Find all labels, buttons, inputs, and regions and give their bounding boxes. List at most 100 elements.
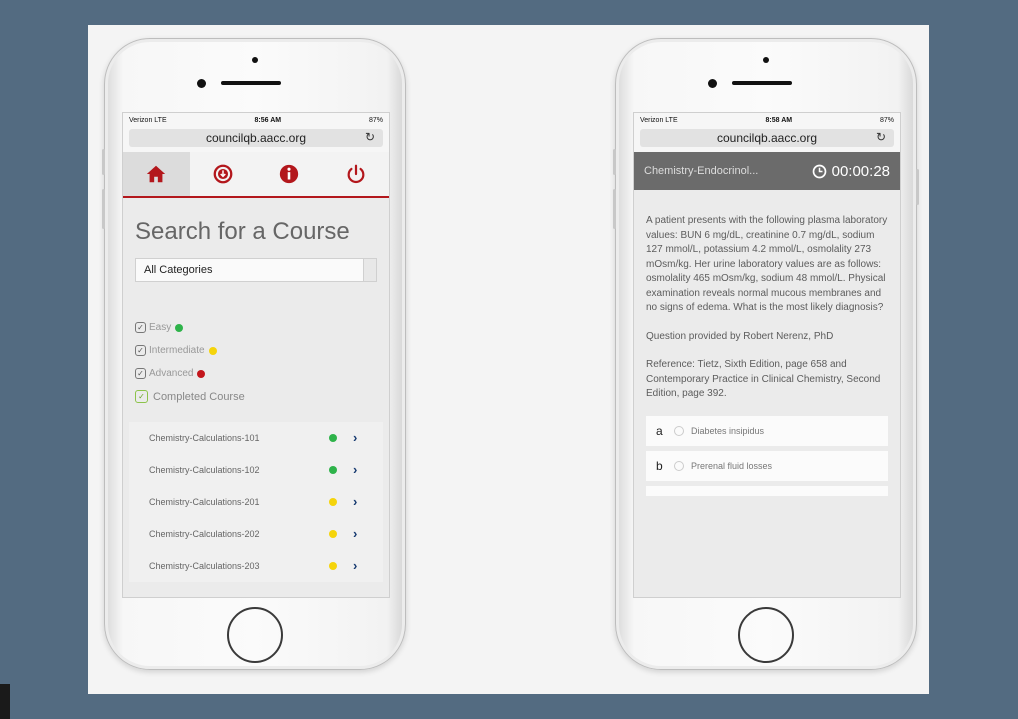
difficulty-filters: ✓ Easy ✓ Intermediate ✓ Advanced ✓ Compl… [135,316,389,408]
reload-icon[interactable]: ↻ [365,130,375,144]
nav-home[interactable] [123,152,190,196]
difficulty-dot-icon [329,434,337,442]
camera-dot [252,57,258,63]
speaker-grille [221,81,281,85]
side-button [613,149,616,175]
url-field[interactable]: councilqb.aacc.org ↻ [129,129,383,147]
question-body: A patient presents with the following pl… [634,190,900,402]
phone-screen: Verizon LTE 8:58 AM 87% councilqb.aacc.o… [633,112,901,598]
filter-label: Easy [149,322,172,333]
phone-right: Verizon LTE 8:58 AM 87% councilqb.aacc.o… [613,38,919,670]
checkbox-intermediate[interactable]: ✓ [135,345,146,356]
nav-logout[interactable] [323,152,390,196]
difficulty-dot-icon [329,562,337,570]
radio-button[interactable] [674,460,684,471]
speaker-grille [732,81,792,85]
answer-option-partial[interactable] [646,485,888,496]
power-icon [347,164,365,184]
course-name: Chemistry-Calculations-202 [149,529,260,539]
course-name: Chemistry-Calculations-203 [149,561,260,571]
front-camera [708,79,717,88]
browser-address-bar: councilqb.aacc.org ↻ [634,127,900,152]
filter-label: Advanced [149,368,194,379]
chevron-right-icon[interactable]: › [353,558,357,573]
side-button [613,189,616,229]
green-dot-icon [175,323,184,332]
front-camera [197,79,206,88]
yellow-dot-icon [208,346,217,355]
filter-label: Intermediate [149,345,205,356]
clock-icon [812,164,826,178]
side-button [916,169,919,205]
filter-advanced[interactable]: ✓ Advanced [135,362,389,385]
course-row[interactable]: Chemistry-Calculations-101 › [129,422,383,454]
battery-label: 87% [879,116,894,124]
background-strip [0,684,10,719]
home-button[interactable] [738,607,794,663]
checkbox-advanced[interactable]: ✓ [135,368,146,379]
difficulty-dot-icon [329,498,337,506]
phone-left: Verizon LTE 8:56 AM 87% councilqb.aacc.o… [102,38,406,670]
nav-info[interactable] [256,152,323,196]
app-nav-bar [123,152,389,198]
course-row[interactable]: Chemistry-Calculations-102 › [129,454,383,486]
question-reference: Reference: Tietz, Sixth Edition, page 65… [646,359,881,399]
question-author: Question provided by Robert Nerenz, PhD [646,330,834,342]
chevron-down-icon [363,259,376,281]
course-row[interactable]: Chemistry-Calculations-201 › [129,486,383,518]
nav-download[interactable] [190,152,257,196]
answer-option-b[interactable]: b Prerenal fluid losses [646,450,888,481]
answer-text: Diabetes insipidus [691,425,765,436]
course-name: Chemistry-Calculations-102 [149,465,260,475]
checkbox-easy[interactable]: ✓ [135,322,146,333]
side-button [102,189,105,229]
answer-text: Prerenal fluid losses [691,460,773,471]
clock: 8:58 AM [765,116,793,124]
browser-address-bar: councilqb.aacc.org ↻ [123,127,389,152]
filter-intermediate[interactable]: ✓ Intermediate [135,339,389,362]
timer-value: 00:00:28 [831,162,890,180]
course-name: Chemistry-Calculations-201 [149,497,260,507]
quiz-header: Chemistry-Endocrinol... 00:00:28 [634,152,900,190]
filter-completed[interactable]: ✓ Completed Course [135,385,389,408]
carrier-label: Verizon LTE [640,116,678,124]
course-row[interactable]: Chemistry-Calculations-203 › [129,550,383,582]
category-select[interactable]: All Categories [135,258,377,282]
url-field[interactable]: councilqb.aacc.org ↻ [640,129,894,147]
status-bar: Verizon LTE 8:58 AM 87% [634,113,900,127]
chevron-right-icon[interactable]: › [353,462,357,477]
phone-screen: Verizon LTE 8:56 AM 87% councilqb.aacc.o… [122,112,390,598]
topic-title: Chemistry-Endocrinol... [644,165,759,177]
course-name: Chemistry-Calculations-101 [149,433,260,443]
chevron-right-icon[interactable]: › [353,430,357,445]
status-bar: Verizon LTE 8:56 AM 87% [123,113,389,127]
red-dot-icon [197,369,206,378]
home-button[interactable] [227,607,283,663]
course-row[interactable]: Chemistry-Calculations-202 › [129,518,383,550]
carrier-label: Verizon LTE [129,116,167,124]
battery-label: 87% [368,116,383,124]
answer-letter: b [656,458,663,473]
filter-easy[interactable]: ✓ Easy [135,316,389,339]
checkbox-completed[interactable]: ✓ [135,390,148,403]
url-text: councilqb.aacc.org [716,131,818,145]
question-text: A patient presents with the following pl… [646,215,888,313]
chevron-right-icon[interactable]: › [353,526,357,541]
answer-letter: a [656,423,663,438]
download-icon [213,164,233,184]
url-text: councilqb.aacc.org [205,131,307,145]
reload-icon[interactable]: ↻ [876,130,886,144]
page-title: Search for a Course [135,218,350,245]
category-select-value: All Categories [144,264,213,276]
camera-dot [763,57,769,63]
quiz-timer: 00:00:28 [812,163,890,180]
chevron-right-icon[interactable]: › [353,494,357,509]
difficulty-dot-icon [329,530,337,538]
filter-label: Completed Course [153,390,245,403]
answer-option-a[interactable]: a Diabetes insipidus [646,415,888,446]
home-icon [147,165,166,183]
answer-list: a Diabetes insipidus b Prerenal fluid lo… [634,415,900,496]
difficulty-dot-icon [329,466,337,474]
radio-button[interactable] [674,425,684,436]
clock: 8:56 AM [254,116,282,124]
